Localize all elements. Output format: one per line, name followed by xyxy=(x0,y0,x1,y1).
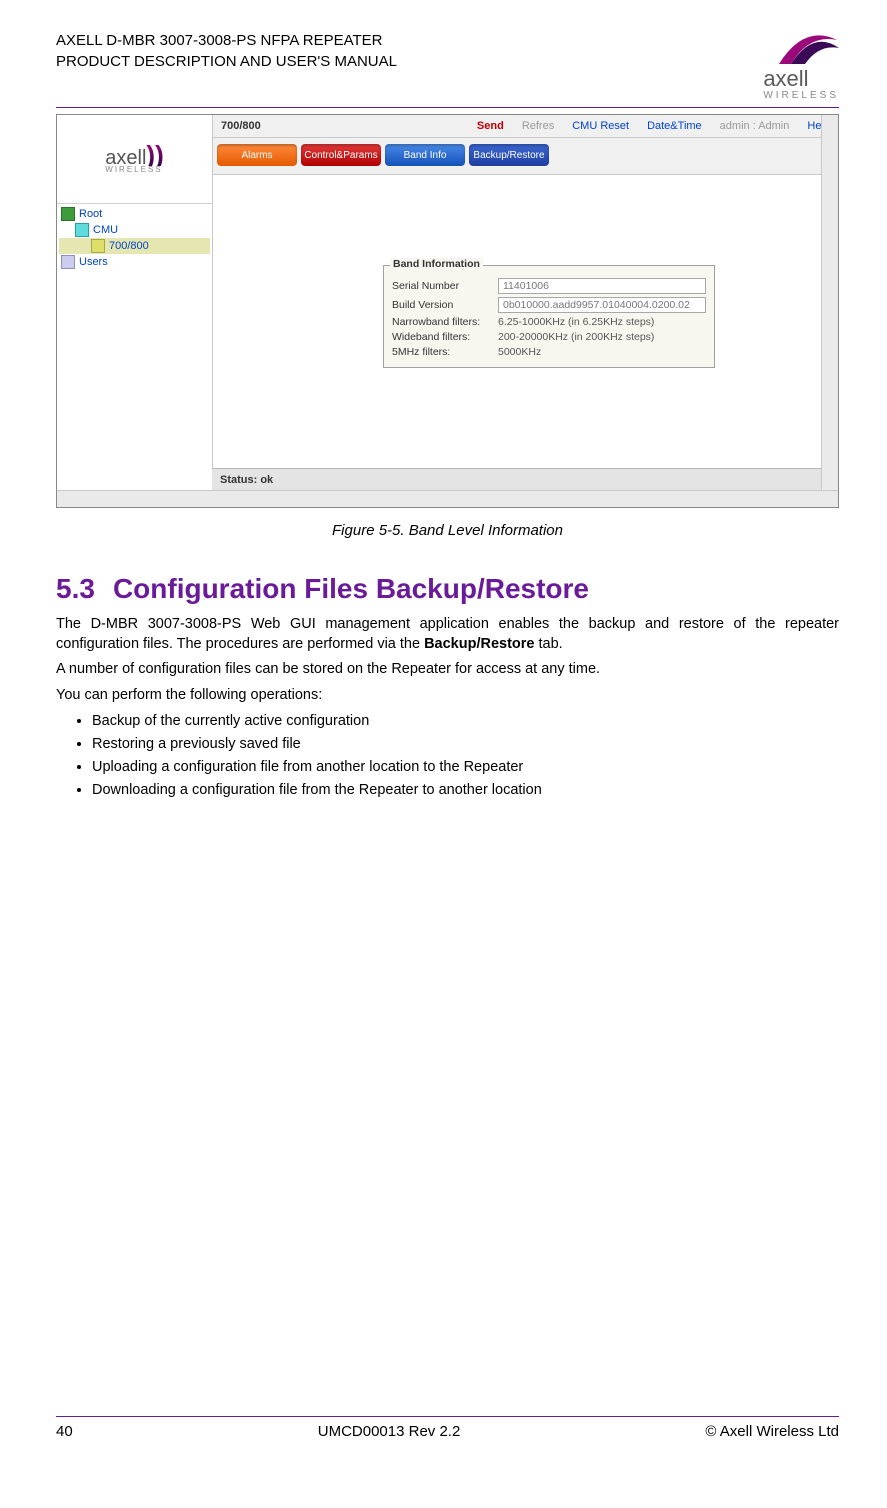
tab-backup-restore[interactable]: Backup/Restore xyxy=(469,144,549,166)
sidebar-logo: axell)) WIRELESS xyxy=(105,144,163,174)
build-value: 0b010000.aadd9957.01040004.0200.02 xyxy=(498,297,706,313)
section-number: 5.3 xyxy=(56,573,95,604)
tree-cmu[interactable]: CMU xyxy=(59,222,210,238)
serial-value: 11401006 xyxy=(498,278,706,294)
scrollbar-horizontal[interactable] xyxy=(57,490,838,507)
panel-legend: Band Information xyxy=(390,258,483,270)
section-title: Configuration Files Backup/Restore xyxy=(113,573,589,604)
tree-band[interactable]: 700/800 xyxy=(59,238,210,254)
logo-text: axell WIRELESS xyxy=(763,66,839,101)
row-build: Build Version 0b010000.aadd9957.01040004… xyxy=(392,297,706,313)
list-item: Restoring a previously saved file xyxy=(92,734,839,755)
list-item: Downloading a configuration file from th… xyxy=(92,780,839,801)
paragraph-3: You can perform the following operations… xyxy=(56,686,839,706)
footer-doc: UMCD00013 Rev 2.2 xyxy=(318,1423,461,1440)
top-toolbar: 700/800 Send Refres CMU Reset Date&Time … xyxy=(213,115,838,138)
tree-root[interactable]: Root xyxy=(59,206,210,222)
status-bar: Status: ok xyxy=(212,468,822,491)
users-icon xyxy=(61,255,75,269)
header-rule xyxy=(56,107,839,108)
footer-rule xyxy=(56,1416,839,1417)
list-item: Uploading a configuration file from anot… xyxy=(92,757,839,778)
tree-users[interactable]: Users xyxy=(59,254,210,270)
main-area: 700/800 Send Refres CMU Reset Date&Time … xyxy=(213,115,838,507)
nav-tree[interactable]: Root CMU 700/800 Users xyxy=(57,204,212,507)
paragraph-1: The D-MBR 3007-3008-PS Web GUI managemen… xyxy=(56,615,839,654)
toolbar-refresh-link[interactable]: Refres xyxy=(522,120,554,132)
app-screenshot: axell)) WIRELESS Root CMU 700 xyxy=(56,114,839,508)
folder-icon xyxy=(61,207,75,221)
node-icon xyxy=(91,239,105,253)
toolbar-send-link[interactable]: Send xyxy=(477,120,504,132)
panel-area: Band Information Serial Number 11401006 … xyxy=(213,175,838,507)
row-serial: Serial Number 11401006 xyxy=(392,278,706,294)
row-5mhz: 5MHz filters: 5000KHz xyxy=(392,346,706,358)
toolbar-band-label: 700/800 xyxy=(221,120,261,132)
header-line-2: PRODUCT DESCRIPTION AND USER'S MANUAL xyxy=(56,51,397,72)
tab-row: Alarms Control&Params Band Info Backup/R… xyxy=(213,138,838,175)
tab-alarms[interactable]: Alarms xyxy=(217,144,297,166)
swoosh-icon: )) xyxy=(146,144,163,166)
footer-copyright: © Axell Wireless Ltd xyxy=(705,1423,839,1440)
page-header: AXELL D-MBR 3007-3008-PS NFPA REPEATER P… xyxy=(56,30,839,101)
figure-caption: Figure 5-5. Band Level Information xyxy=(56,522,839,539)
row-narrowband: Narrowband filters: 6.25-1000KHz (in 6.2… xyxy=(392,316,706,328)
row-wideband: Wideband filters: 200-20000KHz (in 200KH… xyxy=(392,331,706,343)
scrollbar-vertical[interactable] xyxy=(821,115,838,507)
logo-subtext: WIRELESS xyxy=(763,90,839,101)
tab-control-params[interactable]: Control&Params xyxy=(301,144,381,166)
footer-page: 40 xyxy=(56,1423,73,1440)
status-text: Status: ok xyxy=(220,474,273,486)
logo-swoosh-icon xyxy=(749,30,839,70)
node-icon xyxy=(75,223,89,237)
paragraph-2: A number of configuration files can be s… xyxy=(56,660,839,680)
list-item: Backup of the currently active configura… xyxy=(92,711,839,732)
header-line-1: AXELL D-MBR 3007-3008-PS NFPA REPEATER xyxy=(56,30,397,51)
page-footer: 40 UMCD00013 Rev 2.2 © Axell Wireless Lt… xyxy=(56,1416,839,1440)
toolbar-datetime-link[interactable]: Date&Time xyxy=(647,120,702,132)
toolbar-cmu-reset-link[interactable]: CMU Reset xyxy=(572,120,629,132)
band-info-panel: Band Information Serial Number 11401006 … xyxy=(383,265,715,368)
logo: axell WIRELESS xyxy=(749,30,839,101)
sidebar-logo-area: axell)) WIRELESS xyxy=(57,115,212,204)
tab-band-info[interactable]: Band Info xyxy=(385,144,465,166)
section-heading: 5.3 Configuration Files Backup/Restore xyxy=(56,573,839,605)
toolbar-admin-label: admin : Admin xyxy=(720,120,790,132)
header-titles: AXELL D-MBR 3007-3008-PS NFPA REPEATER P… xyxy=(56,30,397,72)
sidebar: axell)) WIRELESS Root CMU 700 xyxy=(57,115,213,507)
bullet-list: Backup of the currently active configura… xyxy=(56,711,839,801)
